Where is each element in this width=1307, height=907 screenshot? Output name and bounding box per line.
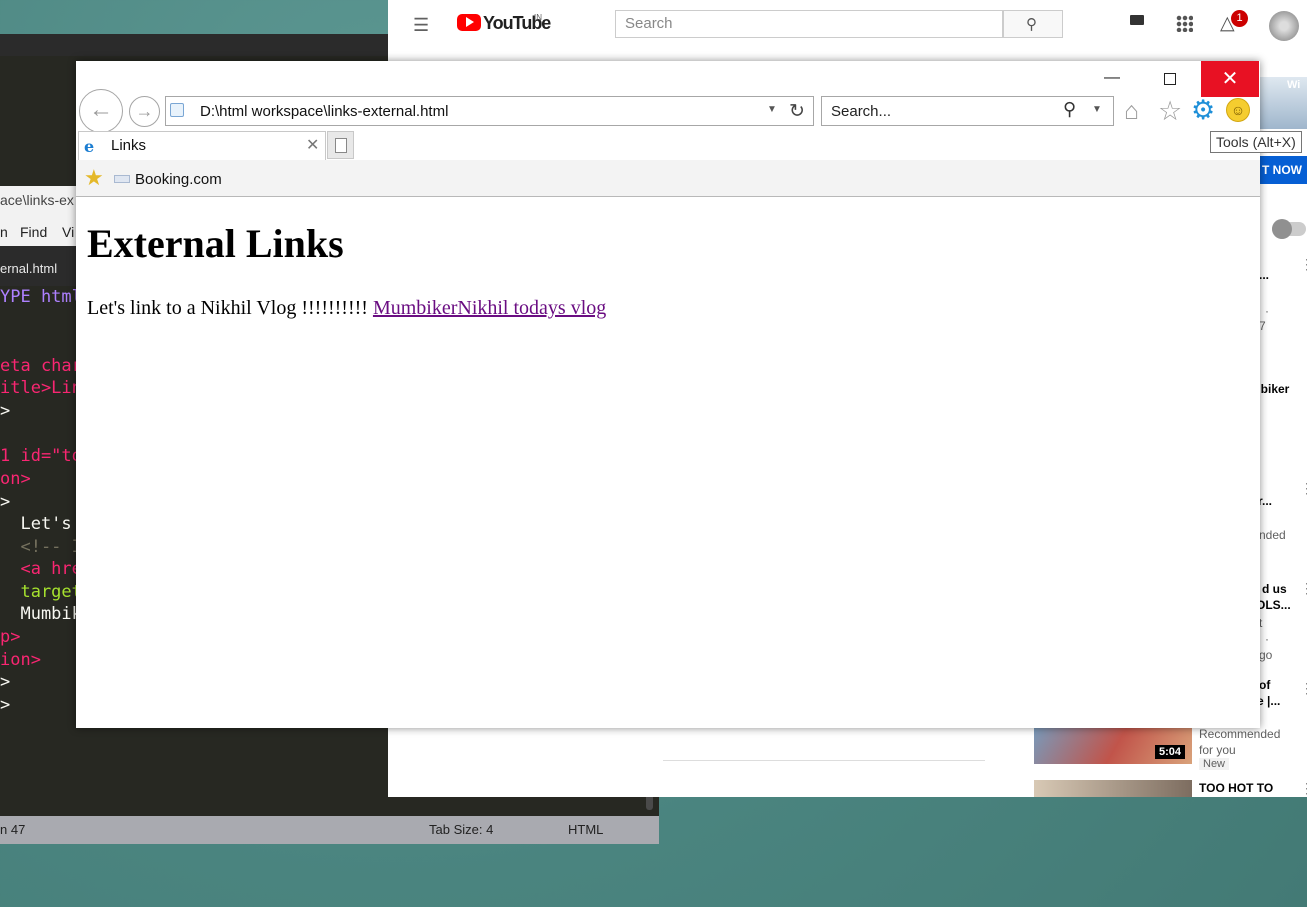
close-button[interactable]: ✕ — [1201, 61, 1259, 97]
video-meta-text[interactable]: of — [1259, 678, 1270, 692]
search-dropdown-icon[interactable]: ▼ — [1092, 104, 1102, 115]
paragraph-text: Let's link to a Nikhil Vlog !!!!!!!!!! — [87, 297, 373, 319]
notification-count-badge: 1 — [1231, 10, 1248, 27]
arrow-left-icon: ← — [89, 96, 113, 123]
video-thumbnail[interactable] — [1034, 780, 1192, 797]
create-video-icon[interactable] — [1130, 15, 1144, 25]
code-line[interactable]: target — [0, 582, 81, 602]
video-meta-text[interactable]: Recommended — [1199, 727, 1280, 741]
apps-grid-icon[interactable] — [1176, 15, 1193, 32]
new-badge: New — [1199, 758, 1230, 770]
code-line[interactable]: > — [0, 695, 10, 715]
more-options-icon[interactable]: ⋮ — [1300, 256, 1307, 273]
ie-page-icon: e — [84, 137, 95, 156]
video-meta-text[interactable]: go — [1259, 648, 1272, 662]
menu-item-selection[interactable]: n — [0, 224, 8, 240]
avatar[interactable] — [1269, 11, 1299, 41]
ad-banner-image[interactable]: Wi — [1259, 77, 1307, 129]
arrow-right-icon: → — [135, 101, 154, 121]
youtube-region: IN — [534, 13, 542, 22]
status-line: n 47 — [0, 822, 26, 837]
youtube-search-input[interactable]: Search — [615, 10, 1003, 38]
autoplay-toggle[interactable] — [1272, 219, 1306, 239]
refresh-icon[interactable]: ↻ — [789, 100, 805, 123]
new-tab-button[interactable] — [327, 131, 354, 159]
forward-button[interactable]: → — [129, 96, 160, 127]
search-icon[interactable]: ⚲ — [1063, 99, 1076, 120]
maximize-button[interactable] — [1155, 61, 1187, 95]
divider — [663, 760, 985, 761]
code-line[interactable]: <!-- I — [0, 537, 81, 557]
external-vlog-link[interactable]: MumbikerNikhil todays vlog — [373, 297, 606, 319]
code-line[interactable]: > — [0, 401, 10, 421]
video-meta-text[interactable]: TOO HOT TO — [1199, 781, 1273, 795]
tab-label: Links — [111, 137, 147, 154]
close-icon: ✕ — [1221, 68, 1239, 90]
favorite-link-booking[interactable]: Booking.com — [135, 171, 222, 188]
video-meta-text[interactable]: r... — [1258, 494, 1272, 508]
page-heading: External Links — [87, 221, 344, 266]
browser-titlebar[interactable] — [76, 61, 1260, 97]
more-options-icon[interactable]: ⋮ — [1300, 680, 1307, 697]
video-meta-text[interactable]: d us — [1262, 582, 1287, 596]
video-meta-text[interactable]: · — [1265, 304, 1269, 318]
maximize-icon — [1164, 73, 1176, 85]
code-line[interactable]: eta char — [0, 356, 82, 376]
video-meta-text[interactable]: OLS... — [1256, 598, 1291, 612]
page-paragraph: Let's link to a Nikhil Vlog !!!!!!!!!! M… — [87, 297, 606, 320]
editor-menubar: n Find Vi — [0, 216, 76, 246]
more-options-icon[interactable]: ⋮ — [1300, 780, 1307, 797]
gear-icon[interactable]: ⚙ — [1191, 95, 1215, 126]
home-icon[interactable]: ⌂ — [1124, 97, 1139, 126]
editor-tab-links-external[interactable]: ernal.html — [0, 261, 57, 276]
more-options-icon[interactable]: ⋮ — [1300, 580, 1307, 597]
editor-statusbar: n 47 Tab Size: 4 HTML — [0, 816, 659, 844]
code-line[interactable]: itle>Lin — [0, 378, 82, 398]
code-line[interactable]: Let's — [0, 514, 82, 534]
favorites-star-icon[interactable]: ☆ — [1158, 96, 1182, 127]
tools-tooltip: Tools (Alt+X) — [1210, 131, 1302, 153]
search-input[interactable]: Search... — [831, 103, 891, 120]
video-meta-text[interactable]: 7 — [1259, 319, 1266, 333]
status-syntax[interactable]: HTML — [568, 822, 603, 837]
video-meta-text[interactable]: nded — [1259, 528, 1286, 542]
hamburger-menu-icon[interactable]: ☰ — [413, 16, 429, 34]
code-line[interactable]: p> — [0, 627, 20, 647]
minimize-button[interactable]: — — [1096, 61, 1128, 95]
status-tab-size[interactable]: Tab Size: 4 — [429, 822, 493, 837]
code-line[interactable]: Mumbik — [0, 604, 81, 624]
tab-close-icon[interactable]: ✕ — [306, 135, 319, 155]
video-meta-text[interactable]: e |... — [1257, 694, 1280, 708]
search-icon: ⚲ — [1026, 16, 1037, 33]
code-line[interactable]: > — [0, 492, 10, 512]
feedback-smiley-icon[interactable]: ☺ — [1226, 98, 1250, 122]
code-line[interactable]: <a hre — [0, 559, 81, 579]
code-line[interactable]: > — [0, 672, 10, 692]
booking-site-icon — [114, 175, 130, 183]
editor-title: ace\links-ex — [0, 192, 74, 208]
video-meta-text[interactable]: for you — [1199, 743, 1236, 757]
youtube-logo-icon[interactable] — [457, 14, 481, 31]
back-button[interactable]: ← — [79, 89, 123, 133]
address-input[interactable]: D:\html workspace\links-external.html — [200, 103, 448, 120]
code-line[interactable]: 1 id="to — [0, 446, 82, 466]
video-meta-text[interactable]: · — [1265, 632, 1269, 646]
video-duration: 5:04 — [1155, 745, 1186, 759]
code-line[interactable]: ion> — [0, 650, 41, 670]
ad-banner-text: Wi — [1287, 79, 1301, 91]
install-now-button[interactable]: T NOW — [1260, 156, 1307, 184]
youtube-search-button[interactable]: ⚲ — [1003, 10, 1063, 38]
menu-item-find[interactable]: Find — [20, 224, 47, 240]
video-meta-text[interactable]: ... — [1259, 268, 1269, 282]
page-file-icon — [170, 103, 184, 117]
code-line[interactable]: YPE html — [0, 287, 82, 307]
favorites-bar — [76, 160, 1260, 197]
new-tab-icon — [335, 138, 347, 153]
add-to-favorites-icon[interactable]: ★ — [84, 165, 104, 191]
address-dropdown-icon[interactable]: ▼ — [767, 104, 777, 115]
menu-item-view[interactable]: Vi — [62, 224, 74, 240]
code-line[interactable]: on> — [0, 469, 31, 489]
more-options-icon[interactable]: ⋮ — [1300, 480, 1307, 497]
